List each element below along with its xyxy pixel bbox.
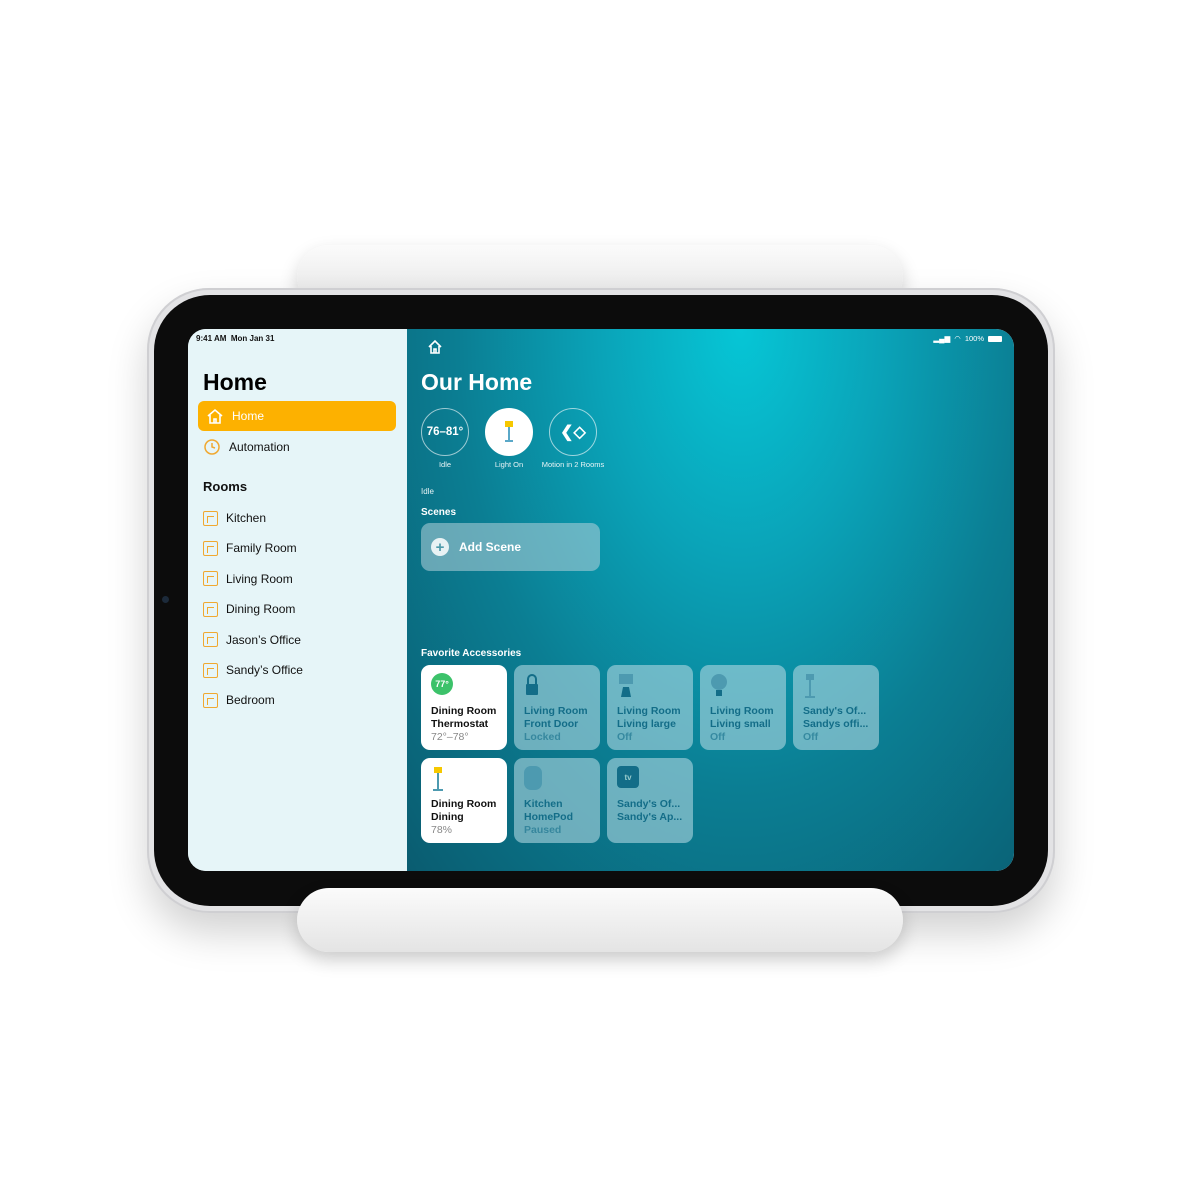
tile-name: Sandys offi... — [803, 718, 869, 730]
status-time: 9:41 AM Mon Jan 31 — [196, 334, 275, 343]
motion-label: Motion in 2 Rooms — [541, 460, 605, 469]
rooms-header: Rooms — [203, 479, 248, 494]
apple-tv-icon: tv — [617, 766, 683, 794]
light-status[interactable]: Light On — [485, 408, 544, 469]
motion-status[interactable]: ❮◇ Motion in 2 Rooms — [542, 408, 608, 469]
lamp-icon — [505, 421, 513, 442]
room-icon — [203, 601, 218, 617]
tile-name: HomePod — [524, 811, 574, 823]
lamp-icon — [617, 673, 683, 701]
accessory-tile[interactable]: Dining Room Dining 78% — [421, 758, 507, 843]
room-label: Living Room — [226, 571, 293, 586]
lock-icon — [524, 673, 590, 701]
add-scene-label: Add Scene — [459, 540, 522, 554]
tile-name: Sandy's Ap... — [617, 811, 683, 823]
tile-status: Off — [710, 731, 726, 743]
sidebar-item-home[interactable]: Home — [198, 401, 396, 431]
accessory-tile[interactable]: Living Room Living small Off — [700, 665, 786, 750]
climate-label: Idle — [438, 460, 452, 469]
bulb-icon — [710, 673, 776, 701]
camera — [162, 596, 169, 603]
home-icon[interactable] — [427, 339, 443, 355]
sidebar-item-room[interactable]: Dining Room — [203, 598, 295, 620]
motion-icon: ❮◇ — [549, 408, 597, 456]
main-panel: ▂▄▆ ◠ 100% Our Home 76–81° Idle Light On ❮… — [407, 329, 1014, 871]
tile-room: Kitchen — [524, 798, 563, 810]
thermostat-icon: 77° — [431, 673, 497, 701]
floor-lamp-icon — [803, 673, 869, 701]
tile-name: Dining — [431, 811, 464, 823]
battery-percent: 100% — [964, 334, 984, 343]
tile-room: Living Room — [710, 705, 774, 717]
clock-icon — [204, 439, 220, 455]
accessory-tile[interactable]: Kitchen HomePod Paused — [514, 758, 600, 843]
tile-room: Sandy's Of... — [617, 798, 681, 810]
sidebar-item-automation[interactable]: Automation — [203, 436, 290, 458]
room-label: Family Room — [226, 541, 297, 556]
tile-room: Living Room — [617, 705, 681, 717]
add-scene-button[interactable]: + Add Scene — [421, 523, 600, 571]
scenes-header: Scenes — [421, 507, 457, 518]
tile-room: Sandy's Of... — [803, 705, 867, 717]
sidebar: 9:41 AM Mon Jan 31 Home Home Automation … — [188, 329, 407, 871]
signal-icon: ▂▄▆ — [933, 334, 951, 343]
room-icon — [203, 510, 218, 526]
accessory-tile[interactable]: tv Sandy's Of... Sandy's Ap... — [607, 758, 693, 843]
house-icon — [207, 408, 223, 424]
room-label: Jason’s Office — [226, 632, 301, 647]
mount-bar-bottom — [297, 888, 903, 952]
tile-name: Thermostat — [431, 718, 489, 730]
tile-name: Living small — [710, 718, 771, 730]
floor-lamp-icon — [431, 766, 497, 794]
tile-status: 78% — [431, 824, 453, 836]
tile-name: Front Door — [524, 718, 579, 730]
room-label: Sandy’s Office — [226, 663, 303, 677]
room-label: Bedroom — [226, 693, 275, 708]
plus-icon: + — [431, 538, 449, 556]
accessory-tile[interactable]: Living Room Front Door Locked — [514, 665, 600, 750]
sidebar-item-room[interactable]: Living Room — [203, 568, 293, 590]
room-icon — [203, 662, 218, 678]
room-icon — [203, 692, 218, 708]
tile-name: Living large — [617, 718, 676, 730]
accessory-tile[interactable]: Sandy's Of... Sandys offi... Off — [793, 665, 879, 750]
screen: 9:41 AM Mon Jan 31 Home Home Automation … — [188, 329, 1014, 871]
sidebar-item-label: Home — [232, 409, 265, 423]
status-icons: ▂▄▆ ◠ 100% — [933, 334, 1002, 343]
climate-value: 76–81° — [421, 408, 469, 456]
tile-status: 72°–78° — [431, 731, 469, 743]
battery-icon — [988, 335, 1002, 342]
tile-status: Paused — [524, 824, 562, 836]
accessory-tile[interactable]: 77° Dining Room Thermostat 72°–78° — [421, 665, 507, 750]
sidebar-item-room[interactable]: Family Room — [203, 537, 297, 559]
climate-status[interactable]: 76–81° Idle — [421, 408, 480, 469]
favorites-header: Favorite Accessories — [421, 648, 522, 659]
sidebar-item-room[interactable]: Jason’s Office — [203, 629, 301, 651]
tile-status: Off — [617, 731, 633, 743]
room-icon — [203, 571, 218, 587]
page-title: Our Home — [421, 369, 533, 395]
tile-room: Dining Room — [431, 798, 497, 810]
room-label: Dining Room — [226, 602, 296, 617]
room-icon — [203, 540, 218, 556]
homepod-icon — [524, 766, 590, 794]
status-sub: Idle — [421, 487, 434, 496]
light-label: Light On — [494, 460, 524, 469]
room-label: Kitchen — [226, 511, 267, 525]
tile-status: Off — [803, 731, 819, 743]
sidebar-item-label: Automation — [229, 440, 290, 454]
sidebar-title: Home — [203, 369, 267, 395]
sidebar-item-room[interactable]: Bedroom — [203, 689, 275, 711]
wifi-icon: ◠ — [954, 334, 961, 343]
tile-room: Living Room — [524, 705, 588, 717]
tile-room: Dining Room — [431, 705, 497, 717]
sidebar-item-room[interactable]: Sandy’s Office — [203, 659, 303, 681]
room-icon — [203, 632, 218, 648]
accessory-tile[interactable]: Living Room Living large Off — [607, 665, 693, 750]
tile-status: Locked — [524, 731, 561, 743]
sidebar-item-room[interactable]: Kitchen — [203, 507, 266, 529]
